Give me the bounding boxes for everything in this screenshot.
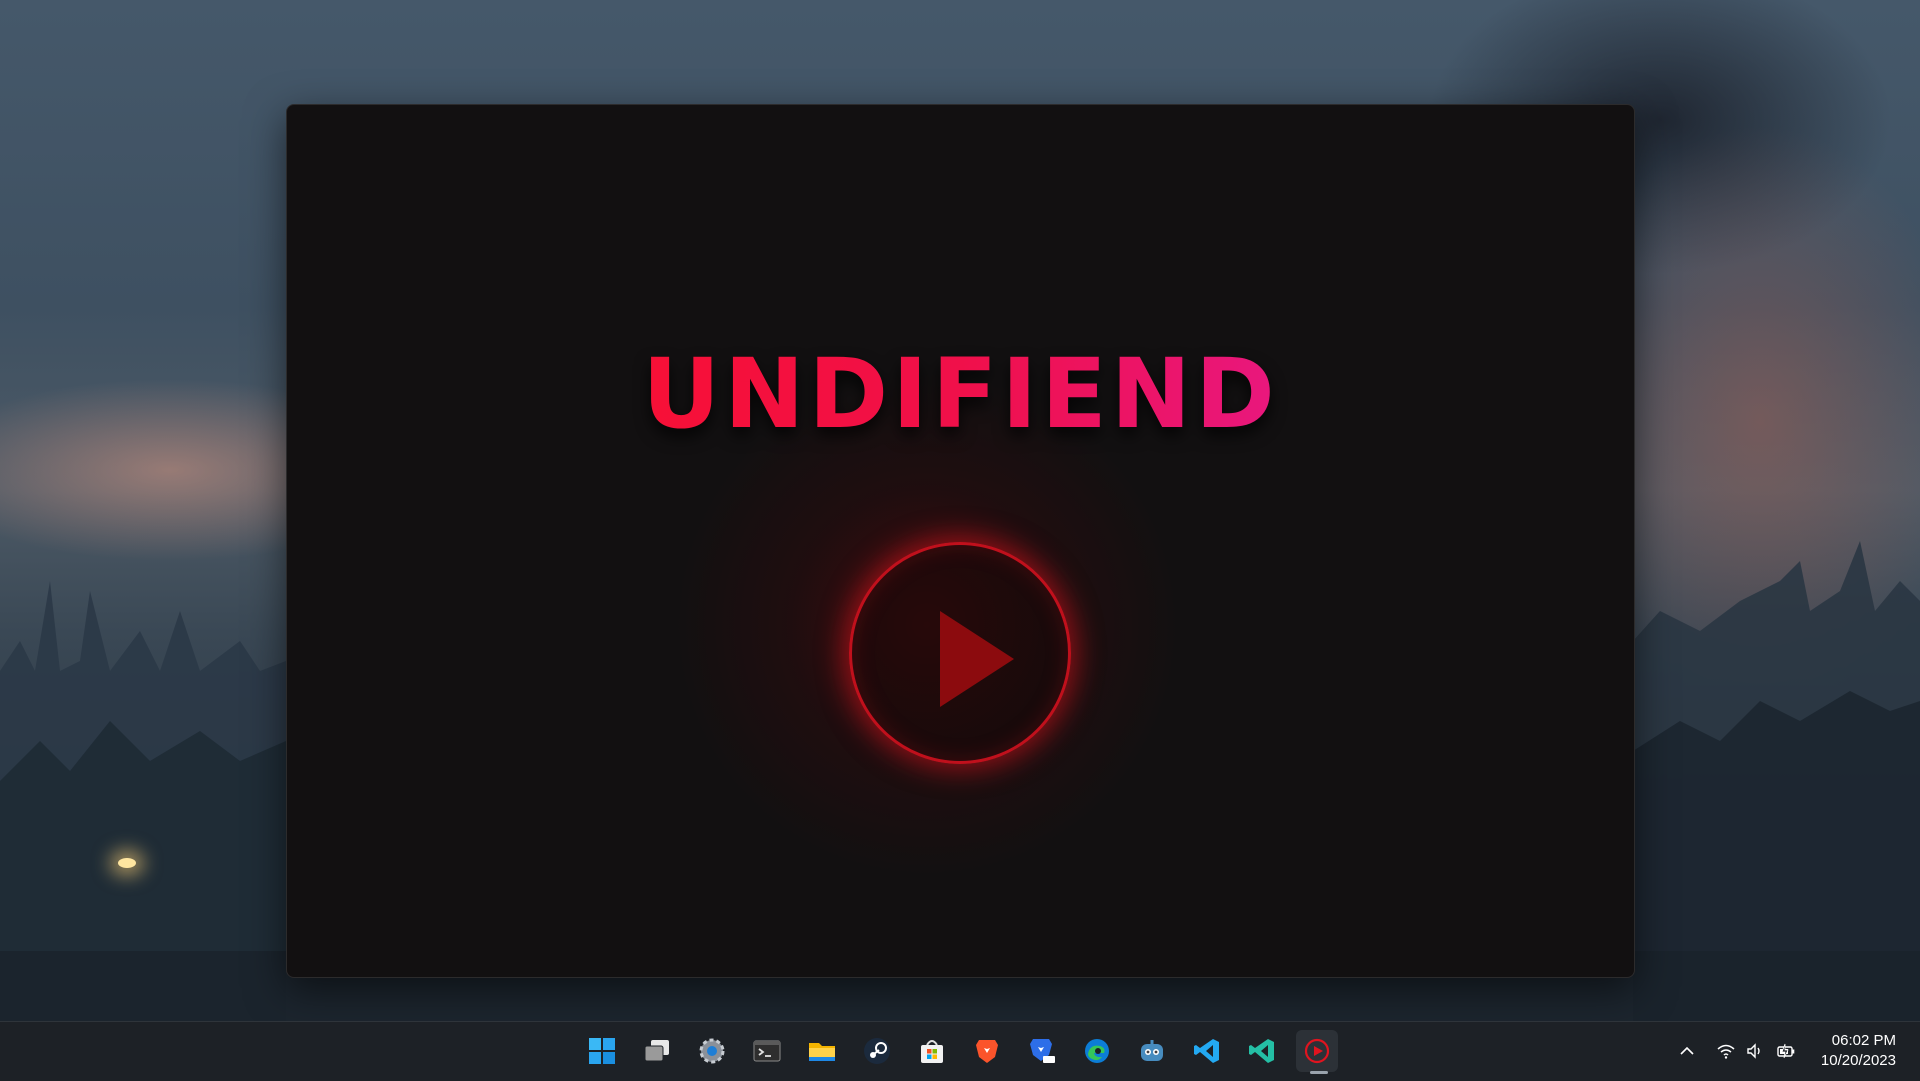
volume-button[interactable] (1743, 1039, 1767, 1063)
battery-button[interactable] (1774, 1039, 1798, 1063)
terminal-icon (753, 1040, 781, 1062)
store-icon (921, 1040, 943, 1063)
settings-button[interactable] (691, 1030, 733, 1072)
task-view-button[interactable] (636, 1030, 678, 1072)
brave-beta-button[interactable] (1021, 1030, 1063, 1072)
terminal-button[interactable] (746, 1030, 788, 1072)
speaker-icon (1747, 1043, 1760, 1059)
app-title: UNDIFIEND (287, 338, 1634, 450)
undifiend-app-button[interactable] (1296, 1030, 1338, 1072)
microsoft-store-button[interactable] (911, 1030, 953, 1072)
godot-button[interactable] (1131, 1030, 1173, 1072)
edge-button[interactable] (1076, 1030, 1118, 1072)
gear-icon (699, 1038, 725, 1064)
task-view-icon (644, 1040, 669, 1062)
steam-icon (864, 1038, 890, 1064)
wifi-icon (1717, 1044, 1735, 1059)
vscode-insiders-icon (1249, 1039, 1274, 1063)
steam-button[interactable] (856, 1030, 898, 1072)
undifiend-app-window: UNDIFIEND (286, 104, 1635, 978)
windows-logo-icon (589, 1038, 615, 1064)
play-button[interactable] (849, 542, 1071, 764)
clock-time: 06:02 PM (1831, 1032, 1896, 1049)
vscode-button[interactable] (1186, 1030, 1228, 1072)
edge-icon (1085, 1039, 1109, 1063)
tray-overflow-button[interactable] (1675, 1039, 1699, 1063)
vscode-insiders-button[interactable] (1241, 1030, 1283, 1072)
brave-icon (976, 1040, 998, 1063)
battery-charging-icon (1777, 1043, 1795, 1059)
folder-icon (809, 1043, 835, 1061)
file-explorer-button[interactable] (801, 1030, 843, 1072)
clock-date: 10/20/2023 (1820, 1052, 1896, 1069)
undifiend-play-icon (1304, 1038, 1330, 1064)
wifi-button[interactable] (1714, 1039, 1738, 1063)
godot-icon (1141, 1040, 1163, 1061)
brave-button[interactable] (966, 1030, 1008, 1072)
taskbar: 06:02 PM 10/20/2023 (0, 1021, 1920, 1081)
play-icon (940, 611, 1014, 707)
chevron-up-icon (1680, 1046, 1694, 1055)
active-app-indicator (1310, 1071, 1328, 1074)
street-lamp-light (118, 858, 136, 868)
vscode-icon (1194, 1039, 1219, 1063)
brave-beta-icon (1030, 1039, 1055, 1063)
system-clock[interactable]: 06:02 PM 10/20/2023 (1821, 1031, 1896, 1071)
start-button[interactable] (581, 1030, 623, 1072)
